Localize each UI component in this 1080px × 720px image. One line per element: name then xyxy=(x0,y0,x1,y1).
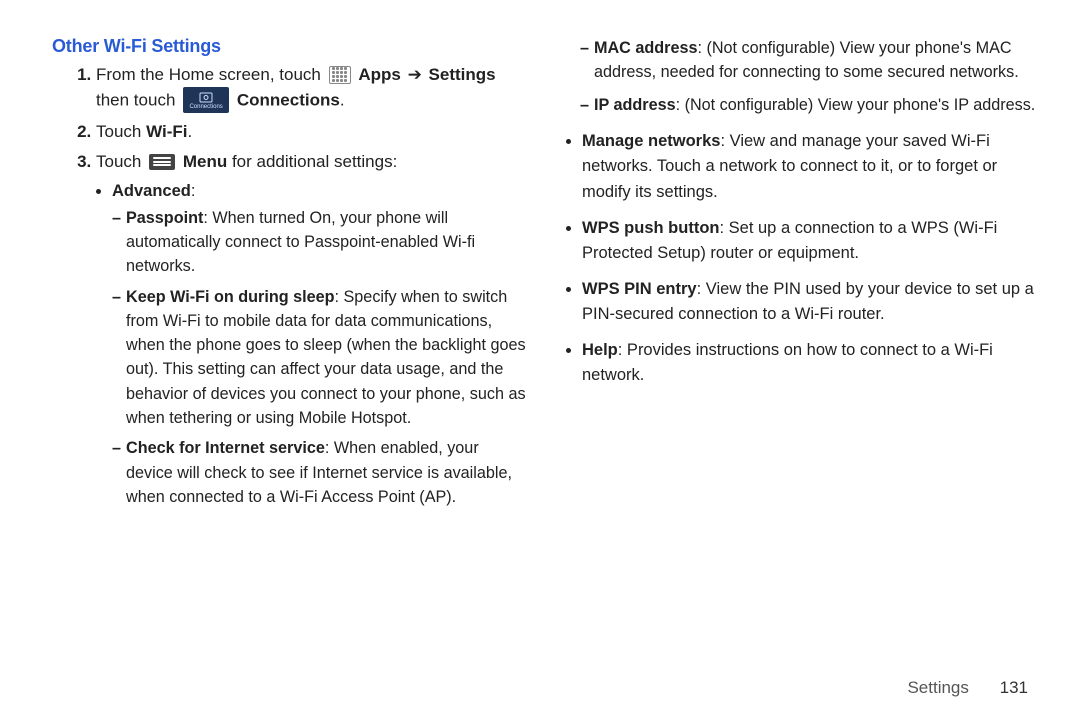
mac-item: MAC address: (Not configurable) View you… xyxy=(580,36,1036,85)
right-bullet-list: Manage networks: View and manage your sa… xyxy=(562,129,1036,389)
wps-b: WPS push button xyxy=(582,219,719,237)
mac-b: MAC address xyxy=(594,39,697,57)
advanced-label: Advanced xyxy=(112,182,191,200)
connections-icon: Connections xyxy=(183,87,229,113)
step2-dot: . xyxy=(187,122,192,141)
apps-icon xyxy=(329,66,351,84)
step1-pre: From the Home screen, touch xyxy=(96,65,326,84)
advanced-colon: : xyxy=(191,182,196,200)
check-item: Check for Internet service: When enabled… xyxy=(112,436,526,509)
help-b: Help xyxy=(582,341,618,359)
settings-label: Settings xyxy=(429,65,496,84)
right-dash-list: MAC address : (Not configurable) View you… xyxy=(562,36,1036,117)
right-column: MAC address : (Not configurable) View you… xyxy=(562,36,1036,515)
step-3: Touch Menu for additional settings: Adva… xyxy=(96,150,526,509)
manual-page: Other Wi-Fi Settings From the Home scree… xyxy=(0,0,1080,720)
pin-b: WPS PIN entry xyxy=(582,280,697,298)
step2-pre: Touch xyxy=(96,122,146,141)
sleep-t: : Specify when to switch from Wi-Fi to m… xyxy=(126,288,526,427)
step3-post: for additional settings: xyxy=(227,152,397,171)
step3-pre: Touch xyxy=(96,152,146,171)
step-1: From the Home screen, touch Apps ➔ Setti… xyxy=(96,63,526,114)
left-column: Other Wi-Fi Settings From the Home scree… xyxy=(52,36,526,515)
footer-section: Settings xyxy=(907,678,968,697)
ip-b: IP address xyxy=(594,96,676,114)
section-heading: Other Wi-Fi Settings xyxy=(52,36,526,57)
sleep-item: Keep Wi-Fi on during sleep: Specify when… xyxy=(112,285,526,431)
steps-list: From the Home screen, touch Apps ➔ Setti… xyxy=(52,63,526,509)
wps-pin-item: WPS PIN entry: View the PIN used by your… xyxy=(582,277,1036,328)
apps-label: Apps xyxy=(358,65,401,84)
connections-icon-caption: Connections xyxy=(189,104,222,110)
help-t: : Provides instructions on how to connec… xyxy=(582,341,993,385)
mn-b: Manage networks xyxy=(582,132,720,150)
arrow-icon: ➔ xyxy=(406,65,424,84)
page-footer: Settings 131 xyxy=(907,678,1028,698)
menu-label: Menu xyxy=(183,152,227,171)
ip-item: IP address: (Not configurable) View your… xyxy=(580,93,1036,117)
passpoint-item: Passpoint: When turned On, your phone wi… xyxy=(112,206,526,279)
menu-icon xyxy=(149,154,175,170)
connections-label: Connections xyxy=(237,90,340,109)
advanced-item: Advanced: Passpoint: When turned On, you… xyxy=(112,179,526,509)
help-item: Help: Provides instructions on how to co… xyxy=(582,338,1036,389)
step1-then: then touch xyxy=(96,90,180,109)
manage-networks-item: Manage networks: View and manage your sa… xyxy=(582,129,1036,206)
sleep-b: Keep Wi-Fi on during sleep xyxy=(126,288,335,306)
ip-t: : (Not configurable) View your phone's I… xyxy=(676,96,1036,114)
passpoint-b: Passpoint xyxy=(126,209,203,227)
step-2: Touch Wi-Fi. xyxy=(96,120,526,145)
footer-page-number: 131 xyxy=(1000,678,1028,697)
wifi-label: Wi-Fi xyxy=(146,122,187,141)
check-b: Check for Internet service xyxy=(126,439,325,457)
wps-push-item: WPS push button: Set up a connection to … xyxy=(582,216,1036,267)
step1-dot: . xyxy=(340,90,345,109)
